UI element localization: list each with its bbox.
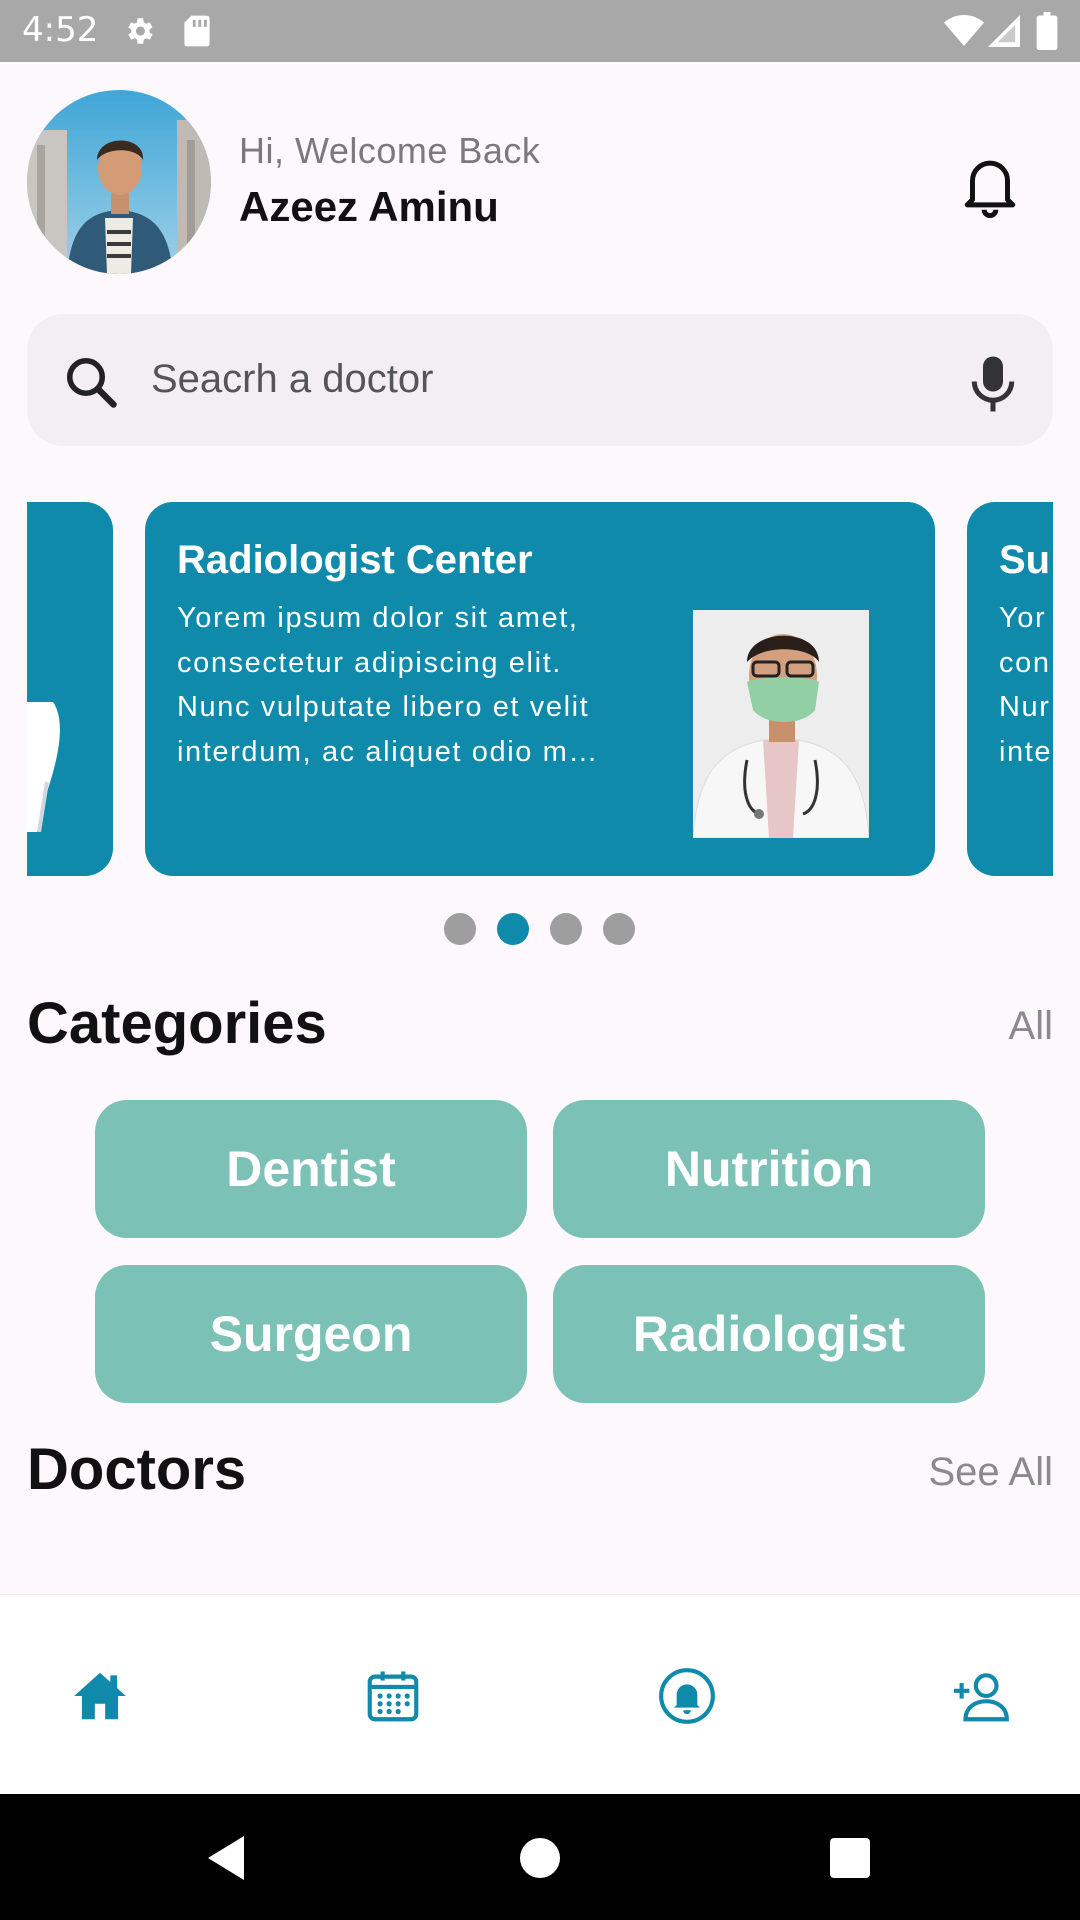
promo-carousel[interactable]: Radiologist Center Yorem ipsum dolor sit… [27, 502, 1053, 876]
card-description-line: con [999, 646, 1051, 679]
avatar-photo [27, 90, 211, 274]
card-title: Su [999, 538, 1051, 582]
card-description-line: consectetur adipiscing elit. [177, 646, 562, 679]
search-input[interactable] [151, 344, 951, 414]
categories-all-link[interactable]: All [1009, 1004, 1053, 1049]
card-description-line: inte [999, 735, 1053, 768]
doctors-title: Doctors [27, 1437, 247, 1502]
search-bar[interactable] [27, 314, 1053, 446]
card-description: Yorem ipsum dolor sit amet, consectetur … [177, 596, 677, 774]
card-description-line: Nunc vulputate libero et velit [177, 691, 590, 723]
system-navigation-bar [0, 1794, 1080, 1920]
user-name: Azeez Aminu [239, 183, 499, 230]
bottom-navigation [0, 1594, 1080, 1794]
carousel-dot[interactable] [550, 913, 582, 945]
mic-icon[interactable] [967, 354, 1019, 414]
gear-icon [128, 18, 153, 44]
carousel-card-next[interactable]: Su Yor con Nur inte [967, 502, 1053, 876]
card-description-line: interdum, ac aliquet odio m… [177, 735, 599, 768]
bell-icon[interactable] [955, 150, 1025, 220]
carousel-card-previous[interactable] [27, 502, 113, 876]
home-icon[interactable] [69, 1665, 131, 1727]
category-dentist-button[interactable]: Dentist [95, 1100, 527, 1238]
avatar[interactable] [27, 90, 211, 274]
sd-card-icon [184, 15, 210, 47]
card-description-line: Nur [999, 691, 1051, 723]
search-icon [67, 358, 117, 408]
battery-icon [1036, 12, 1058, 50]
carousel-dot-active[interactable] [497, 913, 529, 945]
categories-title: Categories [27, 991, 327, 1056]
greeting-text: Hi, Welcome Back [239, 130, 541, 171]
wifi-icon [944, 15, 984, 46]
home-screen: 4:52 Hi, Welcome Back Azeez Aminu Seacrh… [0, 0, 1080, 1920]
category-radiologist-button[interactable]: Radiologist [553, 1265, 985, 1403]
calendar-icon[interactable] [362, 1665, 424, 1727]
card-description-line: Yorem ipsum dolor sit amet, [177, 602, 579, 634]
card-description: Yor con Nur inte [999, 596, 1053, 774]
recents-icon[interactable] [830, 1838, 870, 1878]
category-nutrition-button[interactable]: Nutrition [553, 1100, 985, 1238]
notification-icon[interactable] [656, 1665, 718, 1727]
carousel-dot[interactable] [444, 913, 476, 945]
profile-icon[interactable] [950, 1665, 1012, 1727]
card-title: Radiologist Center [177, 538, 533, 582]
home-button-icon[interactable] [520, 1838, 560, 1878]
category-surgeon-button[interactable]: Surgeon [95, 1265, 527, 1403]
doctor-image-partial [27, 702, 60, 832]
doctors-see-all-link[interactable]: See All [928, 1450, 1053, 1495]
signal-icon [988, 15, 1020, 47]
card-description-line: Yor [999, 602, 1047, 634]
carousel-dot[interactable] [603, 913, 635, 945]
carousel-card[interactable]: Radiologist Center Yorem ipsum dolor sit… [145, 502, 935, 876]
status-bar: 4:52 [0, 0, 1080, 62]
status-time: 4:52 [22, 10, 99, 50]
back-icon[interactable] [204, 1834, 248, 1882]
doctor-image [693, 610, 869, 838]
